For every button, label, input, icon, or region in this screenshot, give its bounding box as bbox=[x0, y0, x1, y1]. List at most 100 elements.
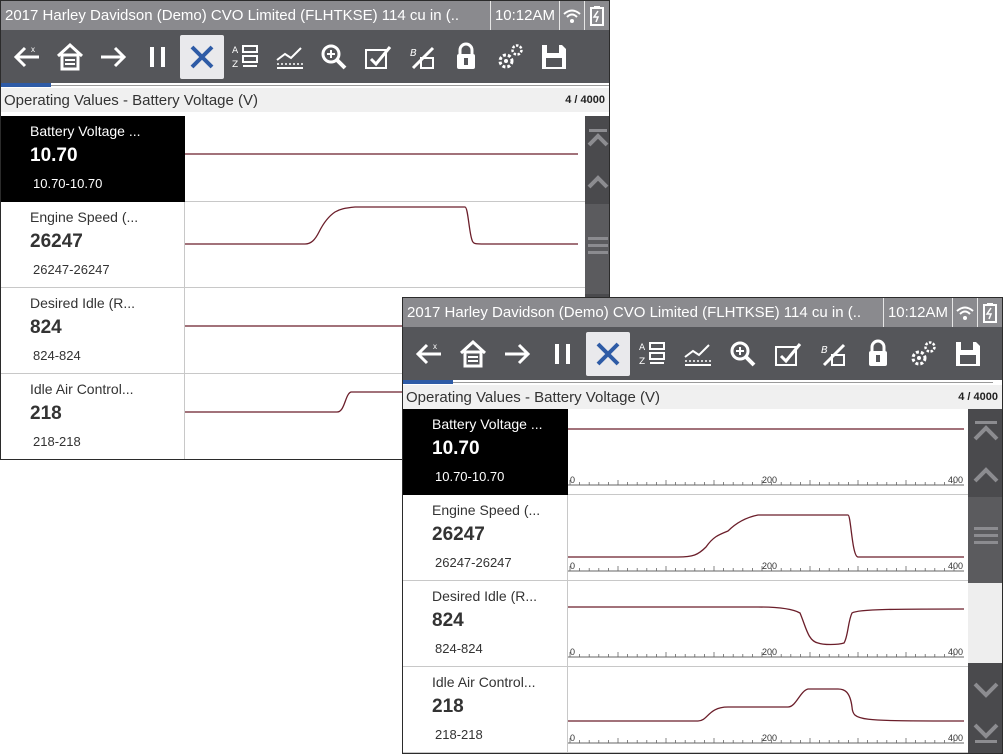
parameter-value: 824 bbox=[432, 610, 464, 631]
forward-button[interactable] bbox=[496, 332, 540, 376]
scroll-up-button[interactable] bbox=[585, 160, 609, 204]
parameter-graph[interactable]: 0 200 400 bbox=[568, 495, 968, 581]
parameter-row[interactable]: Engine Speed (... 26247 26247-26247 0 200 400 bbox=[403, 495, 968, 581]
sort-icon: AZ bbox=[229, 40, 263, 74]
parameter-graph[interactable]: 0 200 400 bbox=[568, 409, 968, 495]
parameter-range: 10.70-10.70 bbox=[33, 176, 103, 191]
graph-button[interactable] bbox=[676, 332, 720, 376]
scroll-thumb[interactable] bbox=[968, 497, 1002, 583]
parameter-graph[interactable]: 0 200 400 bbox=[568, 667, 968, 753]
parameter-graph[interactable]: 0 200 400 bbox=[568, 581, 968, 667]
zoom-button[interactable] bbox=[721, 332, 765, 376]
parameter-label-cell[interactable]: Engine Speed (... 26247 26247-26247 bbox=[403, 495, 568, 581]
save-button[interactable] bbox=[532, 35, 576, 79]
parameter-range: 26247-26247 bbox=[435, 555, 512, 570]
parameter-row[interactable]: Engine Speed (... 26247 26247-26247 bbox=[1, 202, 585, 288]
zoom-icon bbox=[317, 40, 351, 74]
parameter-graph[interactable] bbox=[185, 202, 585, 288]
axis-label: 400 bbox=[948, 475, 963, 485]
svg-text:x: x bbox=[433, 342, 437, 351]
parameter-graph[interactable] bbox=[185, 116, 585, 202]
sort-button[interactable]: AZ bbox=[631, 332, 675, 376]
parameter-label-cell[interactable]: Engine Speed (... 26247 26247-26247 bbox=[1, 202, 185, 288]
parameter-range: 824-824 bbox=[33, 348, 81, 363]
lock-button[interactable] bbox=[856, 332, 900, 376]
close-icon bbox=[185, 40, 219, 74]
parameter-label-cell[interactable]: Desired Idle (R... 824 824-824 bbox=[403, 581, 568, 667]
parameter-range: 218-218 bbox=[435, 727, 483, 742]
zoom-button[interactable] bbox=[312, 35, 356, 79]
back-button[interactable]: x bbox=[406, 332, 450, 376]
axis-label: 0 bbox=[570, 475, 575, 485]
check-button[interactable] bbox=[766, 332, 810, 376]
svg-text:B: B bbox=[821, 345, 828, 356]
toolbar: x AZ B bbox=[1, 30, 609, 83]
parameter-label-cell[interactable]: Desired Idle (R... 824 824-824 bbox=[1, 288, 185, 374]
parameter-name: Desired Idle (R... bbox=[30, 295, 136, 311]
pids-button[interactable]: B bbox=[811, 332, 855, 376]
parameter-name: Idle Air Control... bbox=[432, 674, 536, 690]
axis-label: 0 bbox=[570, 733, 575, 743]
back-arrow-icon: x bbox=[9, 40, 43, 74]
parameter-label-cell[interactable]: Idle Air Control... 218 218-218 bbox=[403, 667, 568, 753]
progress-track bbox=[453, 382, 993, 383]
scroll-top-button[interactable] bbox=[585, 116, 609, 160]
scroll-track[interactable] bbox=[968, 583, 1002, 663]
sort-button[interactable]: AZ bbox=[224, 35, 268, 79]
clock: 10:12AM bbox=[882, 298, 952, 327]
check-button[interactable] bbox=[356, 35, 400, 79]
signal-trace bbox=[568, 688, 965, 722]
parameter-row[interactable]: Battery Voltage ... 10.70 10.70-10.70 bbox=[1, 116, 585, 202]
parameter-label-cell[interactable]: Idle Air Control... 218 218-218 bbox=[1, 374, 185, 459]
forward-arrow-icon bbox=[97, 40, 131, 74]
scroll-down-button[interactable] bbox=[968, 667, 1002, 711]
parameter-row[interactable]: Battery Voltage ... 10.70 10.70-10.70 0 200 4… bbox=[403, 409, 968, 495]
scroll-thumb[interactable] bbox=[585, 204, 609, 294]
scroll-top-button[interactable] bbox=[968, 409, 1002, 453]
close-button[interactable] bbox=[180, 34, 224, 79]
back-button[interactable]: x bbox=[4, 35, 48, 79]
vehicle-title: 2017 Harley Davidson (Demo) CVO Limited … bbox=[5, 7, 460, 24]
parameter-name: Desired Idle (R... bbox=[432, 588, 538, 604]
forward-arrow-icon bbox=[501, 337, 535, 371]
gear-icon bbox=[906, 337, 940, 371]
graph-button[interactable] bbox=[268, 35, 312, 79]
header-title: Operating Values - Battery Voltage (V) bbox=[4, 91, 259, 109]
parameter-range: 26247-26247 bbox=[33, 262, 110, 277]
close-button[interactable] bbox=[586, 331, 630, 376]
lock-button[interactable] bbox=[444, 35, 488, 79]
screen-with-scale: 2017 Harley Davidson (Demo) CVO Limited … bbox=[402, 297, 1003, 754]
wifi-icon bbox=[559, 1, 584, 30]
data-header: Operating Values - Battery Voltage (V) 4… bbox=[1, 88, 609, 112]
forward-button[interactable] bbox=[92, 35, 136, 79]
home-icon bbox=[456, 337, 490, 371]
settings-button[interactable] bbox=[901, 332, 945, 376]
parameter-name: Engine Speed (... bbox=[30, 209, 139, 225]
pids-icon: B bbox=[816, 337, 850, 371]
signal-trace bbox=[568, 606, 965, 646]
gear-icon bbox=[493, 40, 527, 74]
pids-button[interactable]: B bbox=[400, 35, 444, 79]
parameter-value: 218 bbox=[432, 696, 464, 717]
settings-button[interactable] bbox=[488, 35, 532, 79]
save-button[interactable] bbox=[946, 332, 990, 376]
parameter-label-cell[interactable]: Battery Voltage ... 10.70 10.70-10.70 bbox=[1, 116, 185, 202]
vehicle-title: 2017 Harley Davidson (Demo) CVO Limited … bbox=[407, 304, 862, 321]
parameter-label-cell[interactable]: Battery Voltage ... 10.70 10.70-10.70 bbox=[403, 409, 568, 495]
scroll-up-button[interactable] bbox=[968, 453, 1002, 497]
data-header: Operating Values - Battery Voltage (V) 4… bbox=[403, 385, 1002, 409]
parameter-row[interactable]: Idle Air Control... 218 218-218 0 200 400 bbox=[403, 667, 968, 753]
scrollbar[interactable] bbox=[968, 409, 1002, 753]
lock-icon bbox=[449, 40, 483, 74]
pause-button[interactable] bbox=[541, 332, 585, 376]
scroll-bottom-button[interactable] bbox=[968, 711, 1002, 753]
zoom-icon bbox=[726, 337, 760, 371]
pause-button[interactable] bbox=[136, 35, 180, 79]
home-button[interactable] bbox=[48, 35, 92, 79]
signal-trace bbox=[185, 206, 578, 245]
parameter-row[interactable]: Desired Idle (R... 824 824-824 0 200 400 bbox=[403, 581, 968, 667]
check-icon bbox=[361, 40, 395, 74]
home-button[interactable] bbox=[451, 332, 495, 376]
pids-icon: B bbox=[405, 40, 439, 74]
pause-icon bbox=[141, 40, 175, 74]
